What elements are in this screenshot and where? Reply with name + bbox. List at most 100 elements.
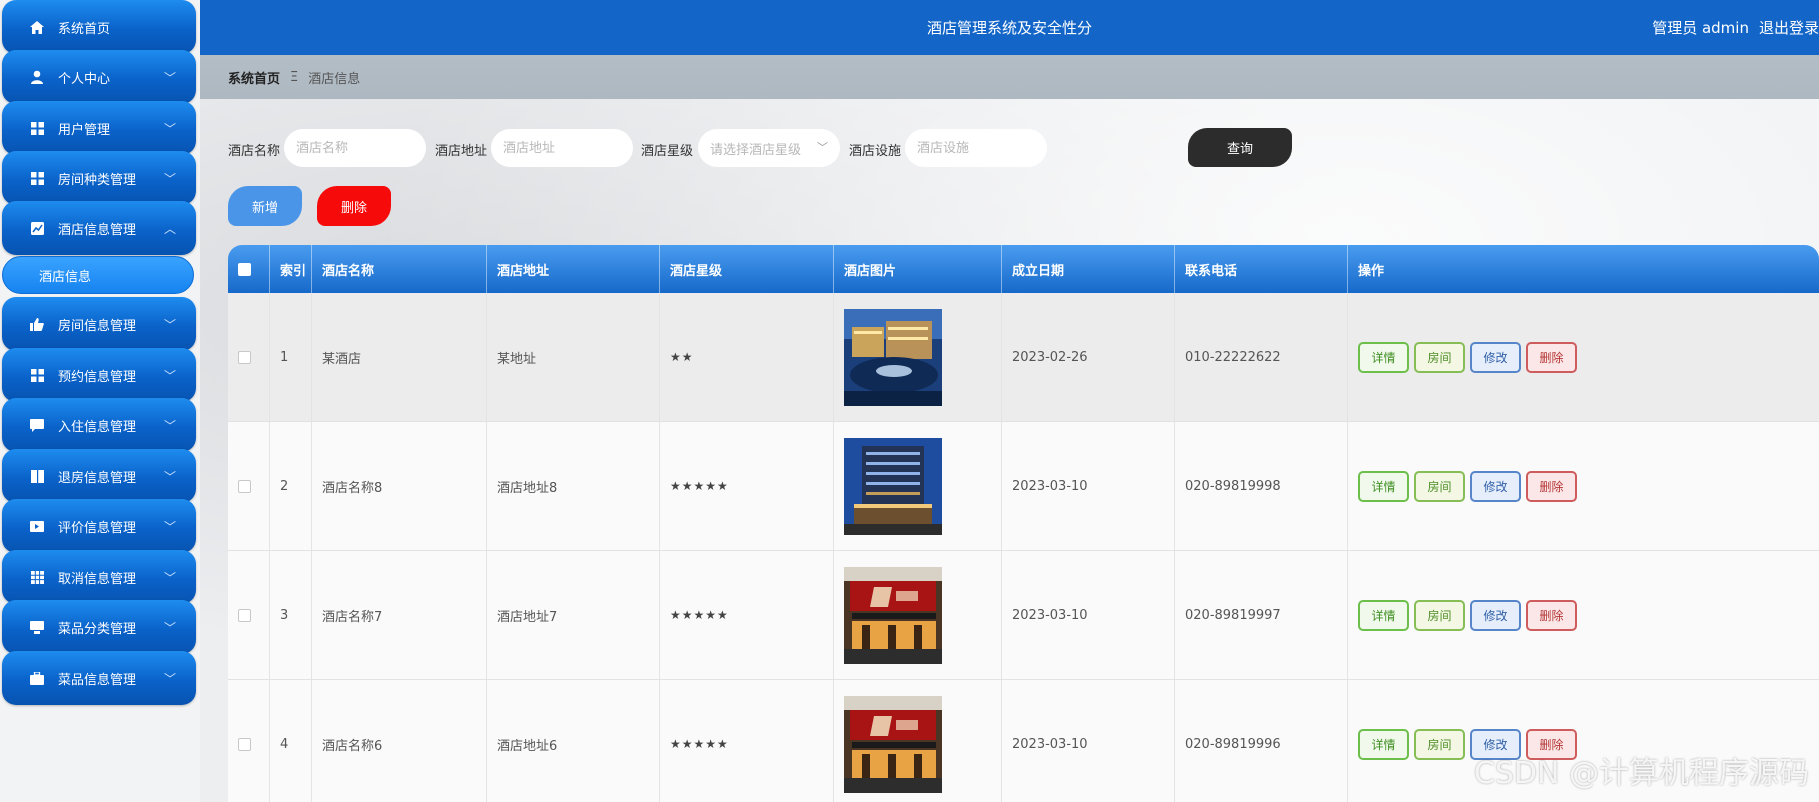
top-header: 酒店管理系统及安全性分 管理员 admin 退出登录 [200, 0, 1819, 55]
chevron-up-icon: ︿ [163, 221, 176, 236]
sidebar-item-dishes[interactable]: 菜品信息管理 ﹀ [2, 651, 196, 705]
sidebar-item-label: 菜品信息管理 [58, 672, 137, 688]
column-header: 酒店星级 [660, 245, 834, 293]
sidebar-item-label: 退房信息管理 [58, 470, 137, 486]
sidebar-item-cancellations[interactable]: 取消信息管理 ﹀ [2, 550, 196, 604]
detail-button[interactable]: 详情 [1358, 342, 1409, 373]
bulk-delete-button[interactable]: 删除 [317, 186, 391, 226]
briefcase-icon [28, 669, 46, 687]
row-phone: 020-89819997 [1175, 551, 1348, 679]
chevron-down-icon: ﹀ [163, 368, 176, 383]
chevron-down-icon: ﹀ [163, 317, 176, 332]
select-all-checkbox[interactable] [238, 262, 251, 276]
hotel-star-select[interactable]: 请选择酒店星级 ﹀ [698, 129, 840, 167]
row-checkbox[interactable] [238, 608, 251, 622]
detail-button[interactable]: 详情 [1358, 729, 1409, 760]
row-index: 4 [270, 680, 312, 802]
row-hotel-name: 酒店名称8 [312, 422, 487, 550]
table-header: 索引 酒店名称 酒店地址 酒店星级 酒店图片 成立日期 联系电话 操作 [228, 245, 1819, 293]
column-header: 成立日期 [1002, 245, 1175, 293]
chevron-down-icon: ﹀ [817, 141, 828, 154]
chevron-down-icon: ﹀ [163, 469, 176, 484]
column-header: 索引 [270, 245, 312, 293]
row-checkbox[interactable] [238, 350, 251, 364]
row-phone: 020-89819998 [1175, 422, 1348, 550]
room-button[interactable]: 房间 [1414, 600, 1465, 631]
chevron-down-icon: ﹀ [163, 171, 176, 186]
room-button[interactable]: 房间 [1414, 729, 1465, 760]
sidebar: 系统首页 个人中心 ﹀ 用户管理 ﹀ 房间种类管理 ﹀ 酒店信息管理 ︿ 酒店信… [0, 0, 200, 802]
hotel-night-photo [844, 308, 942, 406]
row-select-cell[interactable] [228, 293, 270, 421]
sidebar-item-reservations[interactable]: 预约信息管理 ﹀ [2, 348, 196, 402]
sidebar-item-label: 预约信息管理 [58, 369, 137, 385]
row-hotel-name: 酒店名称7 [312, 551, 487, 679]
hotel-star-label: 酒店星级 [641, 144, 694, 159]
edit-button[interactable]: 修改 [1470, 600, 1521, 631]
delete-button[interactable]: 删除 [1526, 471, 1577, 502]
sidebar-item-room-types[interactable]: 房间种类管理 ﹀ [2, 151, 196, 205]
column-header: 操作 [1358, 263, 1385, 279]
row-hotel-stars: ★★★★★ [660, 551, 834, 679]
row-checkbox[interactable] [238, 479, 251, 493]
logout-link[interactable]: 退出登录 [1759, 19, 1819, 37]
room-button[interactable]: 房间 [1414, 342, 1465, 373]
row-established-date: 2023-03-10 [1002, 680, 1175, 802]
hotel-name-input[interactable] [284, 129, 426, 167]
row-phone: 020-89819996 [1175, 680, 1348, 802]
sidebar-item-reviews[interactable]: 评价信息管理 ﹀ [2, 499, 196, 553]
chart-icon [28, 219, 46, 237]
home-icon [28, 18, 46, 36]
sidebar-item-dish-categories[interactable]: 菜品分类管理 ﹀ [2, 600, 196, 654]
delete-button[interactable]: 删除 [1526, 342, 1577, 373]
row-actions: 详情 房间 修改 删除 [1348, 293, 1819, 421]
row-hotel-image-cell [834, 422, 1002, 550]
add-button[interactable]: 新增 [228, 186, 302, 226]
row-established-date: 2023-03-10 [1002, 422, 1175, 550]
row-select-cell[interactable] [228, 551, 270, 679]
row-select-cell[interactable] [228, 422, 270, 550]
column-header: 酒店名称 [312, 245, 487, 293]
edit-button[interactable]: 修改 [1470, 342, 1521, 373]
delete-button[interactable]: 删除 [1526, 600, 1577, 631]
hotel-table: 索引 酒店名称 酒店地址 酒店星级 酒店图片 成立日期 联系电话 操作 1 某酒… [228, 245, 1819, 802]
table-grid-icon [28, 568, 46, 586]
sidebar-item-checkin[interactable]: 入住信息管理 ﹀ [2, 398, 196, 452]
user-area: 管理员 admin 退出登录 [1642, 17, 1819, 38]
table-row: 1 某酒店 某地址 ★★ 2023-02-26 010-22222622 详情 … [228, 293, 1819, 422]
watermark: CSDN @计算机程序源码 [1473, 756, 1809, 791]
sidebar-subitem-hotel-info[interactable]: 酒店信息 [2, 256, 194, 294]
room-button[interactable]: 房间 [1414, 471, 1465, 502]
grid-icon [28, 169, 46, 187]
search-button[interactable]: 查询 [1188, 128, 1292, 167]
book-icon [28, 467, 46, 485]
sidebar-item-home[interactable]: 系统首页 [2, 0, 196, 54]
hotel-sign-photo [844, 566, 942, 664]
header-select-all[interactable] [228, 245, 270, 293]
row-index: 1 [270, 293, 312, 421]
breadcrumb-home[interactable]: 系统首页 [228, 68, 280, 87]
thumbs-up-icon [28, 315, 46, 333]
sidebar-item-users[interactable]: 用户管理 ﹀ [2, 101, 196, 155]
row-established-date: 2023-03-10 [1002, 551, 1175, 679]
row-select-cell[interactable] [228, 680, 270, 802]
detail-button[interactable]: 详情 [1358, 600, 1409, 631]
row-hotel-image-cell [834, 293, 1002, 421]
detail-button[interactable]: 详情 [1358, 471, 1409, 502]
monitor-icon [28, 618, 46, 636]
row-checkbox[interactable] [238, 737, 251, 751]
sidebar-item-checkout[interactable]: 退房信息管理 ﹀ [2, 449, 196, 503]
row-established-date: 2023-02-26 [1002, 293, 1175, 421]
row-hotel-address: 酒店地址8 [487, 422, 660, 550]
hotel-facility-label: 酒店设施 [849, 144, 902, 159]
sidebar-item-room-info[interactable]: 房间信息管理 ﹀ [2, 297, 196, 351]
sidebar-item-hotel-info[interactable]: 酒店信息管理 ︿ [2, 201, 196, 255]
row-index: 2 [270, 422, 312, 550]
edit-button[interactable]: 修改 [1470, 471, 1521, 502]
hotel-facility-input[interactable] [905, 129, 1047, 167]
sidebar-item-profile[interactable]: 个人中心 ﹀ [2, 50, 196, 104]
hotel-address-input[interactable] [491, 129, 633, 167]
main-content: 酒店名称 酒店地址 酒店星级 请选择酒店星级 ﹀ 酒店设施 查询 新增 删除 索… [200, 99, 1819, 802]
table-row: 3 酒店名称7 酒店地址7 ★★★★★ 2023-03-10 020-89819… [228, 551, 1819, 680]
sidebar-item-label: 取消信息管理 [58, 571, 137, 587]
